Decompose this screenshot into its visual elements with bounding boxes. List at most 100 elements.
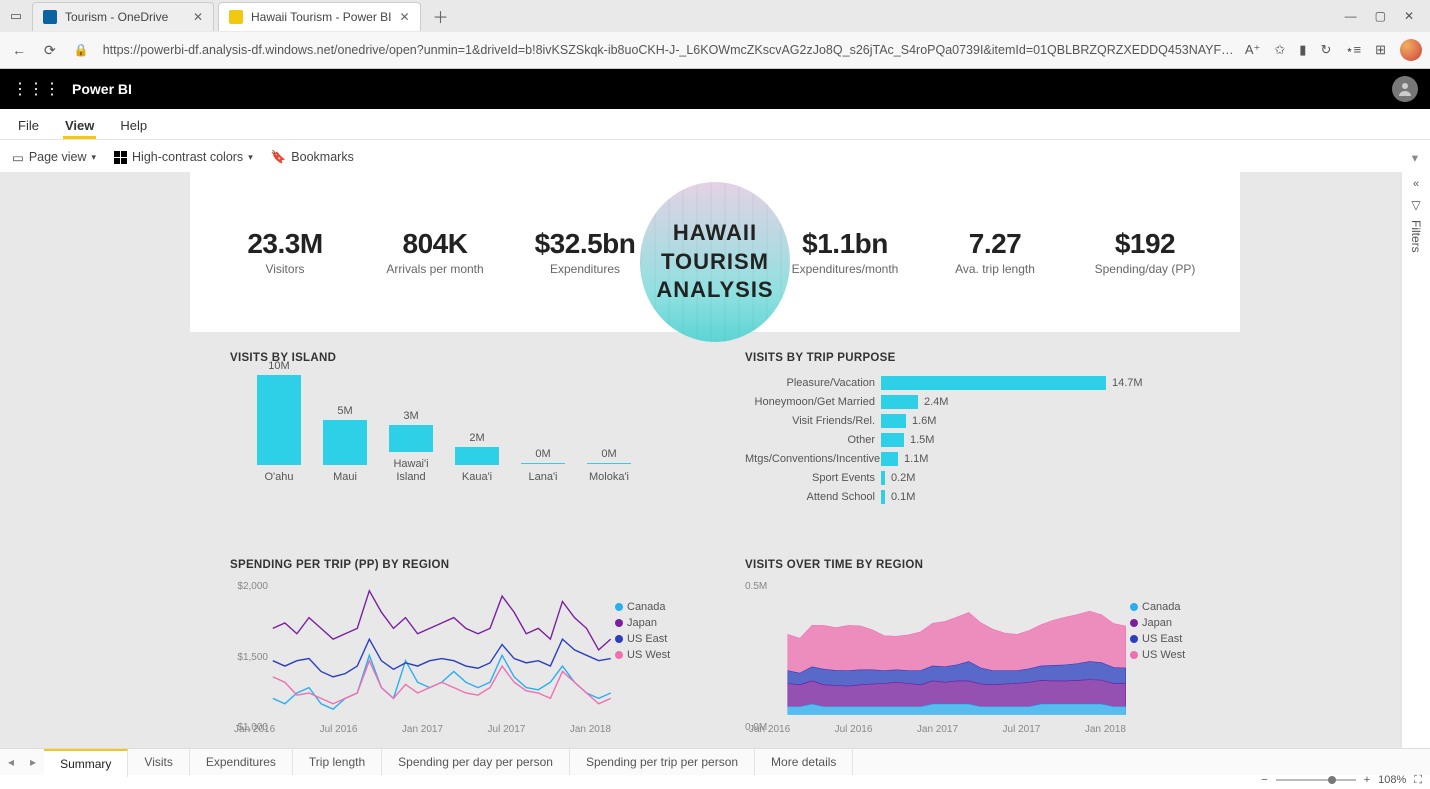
hbar-value-label: 1.1M [904, 453, 928, 465]
hbar-value-label: 1.5M [910, 434, 934, 446]
page-tab[interactable]: Trip length [293, 749, 382, 775]
hbar-row[interactable]: Other1.5M [745, 431, 1200, 449]
kpi-value: $32.5bn [530, 228, 640, 260]
menu-file[interactable]: File [16, 112, 41, 139]
legend-item[interactable]: US West [615, 649, 685, 661]
hbar-category-label: Sport Events [745, 472, 881, 484]
page-tab[interactable]: Visits [128, 749, 189, 775]
window-tabs-icon[interactable]: ▭ [6, 8, 26, 24]
legend-label: Japan [627, 617, 657, 629]
legend-item[interactable]: US West [1130, 649, 1200, 661]
kpi-card[interactable]: $1.1bnExpenditures/month [790, 228, 900, 276]
legend-label: US East [1142, 633, 1182, 645]
back-button[interactable]: ← [8, 42, 30, 58]
zoom-slider[interactable] [1276, 779, 1356, 781]
user-avatar[interactable] [1392, 76, 1418, 102]
bar[interactable]: 10MO'ahu [255, 360, 303, 484]
legend-item[interactable]: US East [1130, 633, 1200, 645]
page-tab[interactable]: Spending per trip per person [570, 749, 755, 775]
page-tab[interactable]: Expenditures [190, 749, 293, 775]
chevron-left-icon: « [1413, 178, 1419, 190]
axis-tick: Jul 2017 [1003, 724, 1041, 735]
page-tab[interactable]: Spending per day per person [382, 749, 570, 775]
kpi-card[interactable]: $32.5bnExpenditures [530, 228, 640, 276]
legend-item[interactable]: US East [615, 633, 685, 645]
axis-tick: Jan 2017 [917, 724, 958, 735]
close-tab-icon[interactable]: ✕ [193, 10, 203, 24]
chart-visits-over-time[interactable]: VISITS OVER TIME BY REGION Jan 2016Jul 2… [745, 559, 1200, 751]
hbar-row[interactable]: Honeymoon/Get Married 2.4M [745, 393, 1200, 411]
bar-value-label: 2M [469, 432, 484, 444]
chart-spending-per-trip[interactable]: SPENDING PER TRIP (PP) BY REGION Jan 201… [230, 559, 685, 751]
kpi-label: Visitors [230, 262, 340, 276]
chart-title: VISITS OVER TIME BY REGION [745, 559, 1200, 571]
page-nav-next[interactable]: ▸ [22, 755, 44, 769]
browser-tab[interactable]: Hawaii Tourism - Power BI✕ [218, 2, 421, 31]
refresh-button[interactable]: ⟳ [40, 42, 60, 59]
hbar-row[interactable]: Visit Friends/Rel.1.6M [745, 412, 1200, 430]
legend-item[interactable]: Japan [615, 617, 685, 629]
maximize-button[interactable]: ▢ [1375, 9, 1386, 23]
zoom-in-button[interactable]: + [1364, 774, 1370, 786]
page-tab[interactable]: Summary [44, 749, 128, 777]
read-aloud-icon[interactable]: A⁺ [1245, 42, 1261, 58]
menu-view[interactable]: View [63, 112, 96, 139]
bar[interactable]: 5MMaui [321, 405, 369, 484]
bar[interactable]: 0MLana'i [519, 448, 567, 484]
chart-visits-by-island[interactable]: VISITS BY ISLAND 10MO'ahu5MMaui3MHawai'i… [230, 352, 685, 529]
hbar-value-label: 2.4M [924, 396, 948, 408]
url-field[interactable]: https://powerbi-df.analysis-df.windows.n… [103, 43, 1235, 57]
close-tab-icon[interactable]: ✕ [399, 10, 409, 24]
legend-item[interactable]: Japan [1130, 617, 1200, 629]
bar-value-label: 10M [268, 360, 289, 372]
chart-visits-by-purpose[interactable]: VISITS BY TRIP PURPOSE Pleasure/Vacation… [745, 352, 1200, 529]
new-tab-button[interactable]: ＋ [427, 4, 455, 28]
chevron-down-icon[interactable]: ▾ [1412, 150, 1418, 165]
axis-tick: $2,000 [230, 581, 268, 592]
legend-item[interactable]: Canada [1130, 601, 1200, 613]
browser-chrome: ▭ Tourism - OneDrive✕Hawaii Tourism - Po… [0, 0, 1430, 69]
kpi-card[interactable]: $192Spending/day (PP) [1090, 228, 1200, 276]
page-tab[interactable]: More details [755, 749, 853, 775]
page-nav-prev[interactable]: ◂ [0, 755, 22, 769]
bar-value-label: 0M [535, 448, 550, 460]
report-canvas: 23.3MVisitors 804KArrivals per month $32.5… [190, 172, 1240, 755]
extensions-icon[interactable]: ⊞ [1375, 42, 1386, 58]
sync-icon[interactable]: ↻ [1320, 42, 1331, 58]
hbar-value-label: 0.2M [891, 472, 915, 484]
browser-tab[interactable]: Tourism - OneDrive✕ [32, 2, 214, 31]
zoom-control[interactable]: − + 108% ⛶ [1261, 771, 1422, 789]
bar[interactable]: 2MKaua'i [453, 432, 501, 484]
report-canvas-scroll[interactable]: 23.3MVisitors 804KArrivals per month $32.5… [0, 172, 1430, 755]
legend-item[interactable]: Canada [615, 601, 685, 613]
hbar-row[interactable]: Mtgs/Conventions/Incentive1.1M [745, 450, 1200, 468]
kpi-card[interactable]: 7.27Ava. trip length [940, 228, 1050, 276]
zoom-out-button[interactable]: − [1261, 774, 1267, 786]
app-launcher-icon[interactable]: ⋮⋮⋮ [12, 79, 60, 99]
bookmarks-button[interactable]: 🔖 Bookmarks [271, 150, 354, 165]
menu-bar: File View Help [0, 109, 1430, 140]
favorite-icon[interactable]: ✩ [1274, 42, 1285, 58]
legend-dot-icon [1130, 619, 1138, 627]
filters-pane-collapsed[interactable]: « ▽ Filters [1401, 172, 1430, 755]
hbar-row[interactable]: Sport Events 0.2M [745, 469, 1200, 487]
close-window-button[interactable]: ✕ [1404, 9, 1414, 23]
high-contrast-dropdown[interactable]: High-contrast colors ▾ [114, 150, 253, 164]
minimize-button[interactable]: — [1345, 9, 1357, 23]
menu-help[interactable]: Help [118, 112, 149, 139]
hbar-category-label: Honeymoon/Get Married [745, 396, 881, 408]
profile-avatar[interactable] [1400, 39, 1422, 61]
bar[interactable]: 3MHawai'i Island [387, 410, 435, 484]
fit-page-icon[interactable]: ⛶ [1414, 774, 1422, 787]
hbar-row[interactable]: Attend School0.1M [745, 488, 1200, 506]
favorites-bar-icon[interactable]: ⋆≡ [1345, 42, 1361, 58]
hbar-row[interactable]: Pleasure/Vacation14.7M [745, 374, 1200, 392]
kpi-card[interactable]: 23.3MVisitors [230, 228, 340, 276]
axis-tick: Jul 2016 [320, 724, 358, 735]
legend-label: US West [1142, 649, 1185, 661]
page-view-dropdown[interactable]: ▭ Page view ▾ [12, 150, 96, 165]
kpi-card[interactable]: 804KArrivals per month [380, 228, 490, 276]
bar[interactable]: 0MMoloka'i [585, 448, 633, 484]
collections-icon[interactable]: ▮ [1299, 42, 1306, 58]
chevron-down-icon: ▾ [248, 152, 253, 163]
